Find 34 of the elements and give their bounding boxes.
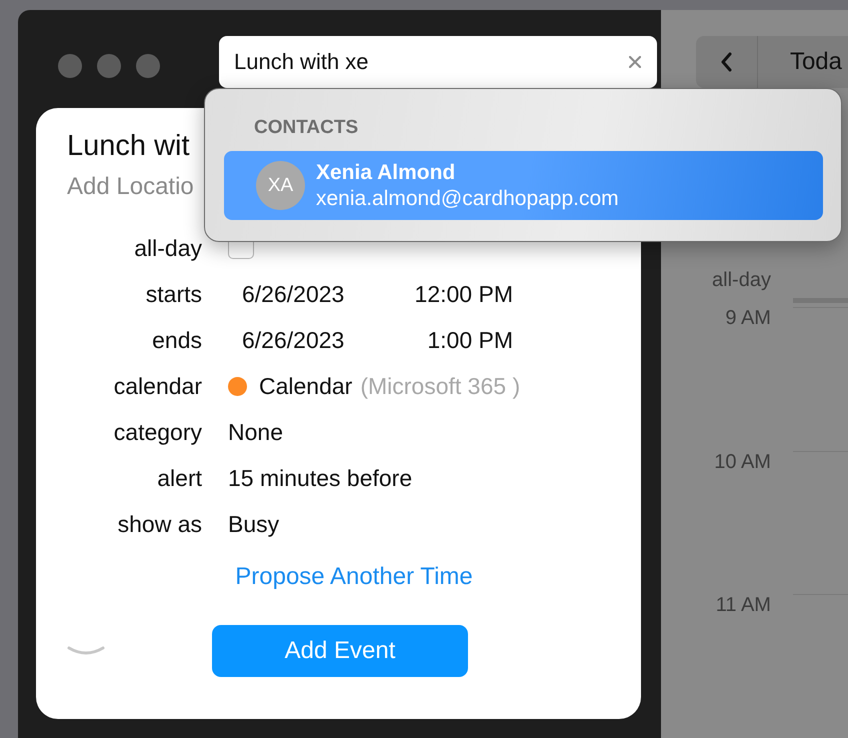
all-day-label: all-day — [711, 269, 771, 293]
field-label: ends — [151, 326, 202, 354]
search-field[interactable]: Lunch with xe — [219, 36, 657, 88]
hour-label: 11 AM — [714, 594, 771, 618]
previous-button[interactable] — [696, 36, 758, 88]
time-value[interactable]: 1:00 PM — [377, 326, 513, 354]
chevron-left-icon — [720, 52, 732, 72]
location-field[interactable]: Add Locatio — [67, 173, 202, 201]
time-value[interactable]: 12:00 PM — [377, 280, 513, 308]
avatar: XA — [256, 161, 305, 210]
close-icon[interactable] — [629, 56, 641, 68]
calendar-account: (Microsoft 365 ) — [360, 372, 520, 400]
field-label: calendar — [112, 372, 202, 400]
field-label: show as — [116, 510, 202, 538]
hour-label: 10 AM — [713, 450, 771, 474]
field-value[interactable]: None — [228, 418, 283, 446]
chevron-down-icon[interactable] — [67, 645, 105, 657]
window-control-icon[interactable] — [97, 54, 121, 78]
date-value[interactable]: 6/26/2023 — [242, 280, 377, 308]
section-header: CONTACTS — [254, 117, 360, 140]
field-value[interactable]: 15 minutes before — [228, 464, 412, 492]
window-control-icon[interactable] — [136, 54, 160, 78]
field-label: all-day — [133, 234, 202, 262]
contact-email: xenia.almond@cardhopapp.com — [316, 186, 619, 210]
field-label: category — [112, 418, 202, 446]
contact-name: Xenia Almond — [316, 160, 456, 184]
date-value[interactable]: 6/26/2023 — [242, 326, 377, 354]
field-value[interactable]: Busy — [228, 510, 280, 538]
hour-label: 9 AM — [724, 307, 771, 330]
field-label: alert — [156, 464, 202, 492]
window-control-icon[interactable] — [58, 54, 82, 78]
calendar-name[interactable]: Calendar — [259, 372, 352, 400]
field-label: starts — [144, 280, 202, 308]
today-button[interactable]: Toda — [758, 36, 848, 88]
